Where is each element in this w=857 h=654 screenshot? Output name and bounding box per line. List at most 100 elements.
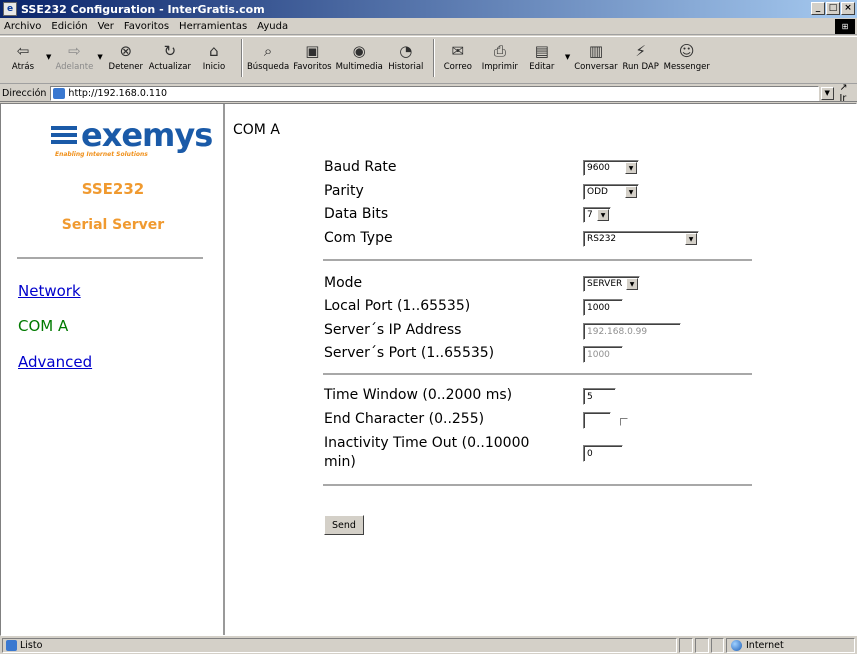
com-type-select[interactable]: RS232 ▼ xyxy=(583,231,699,247)
discuss-icon: ▥ xyxy=(588,42,604,60)
baud-rate-label: Baud Rate xyxy=(324,159,397,175)
back-button[interactable]: ⇦ Atrás xyxy=(4,39,42,72)
refresh-icon: ↻ xyxy=(163,42,177,60)
server-port-input[interactable]: 1000 xyxy=(583,346,623,363)
status-cell xyxy=(711,638,724,653)
window-title: SSE232 Configuration - InterGratis.com xyxy=(21,2,265,16)
menu-ver[interactable]: Ver xyxy=(98,21,114,32)
close-icon[interactable]: × xyxy=(841,2,855,15)
go-arrow-icon: ↗ xyxy=(839,82,848,93)
status-bar: Listo Internet xyxy=(0,637,857,654)
section-divider xyxy=(323,373,752,375)
chevron-down-icon: ▼ xyxy=(685,233,697,245)
favorites-button[interactable]: ▣ Favoritos xyxy=(293,39,331,72)
inactivity-label-line1: Inactivity Time Out (0..10000 xyxy=(324,435,530,451)
stop-icon: ⊗ xyxy=(119,42,133,60)
forward-dropdown-icon[interactable]: ▼ xyxy=(97,53,102,61)
address-input[interactable]: http://192.168.0.110 xyxy=(50,85,819,101)
page-title: COM A xyxy=(233,122,280,138)
menu-ayuda[interactable]: Ayuda xyxy=(257,21,288,32)
address-url: http://192.168.0.110 xyxy=(68,87,168,99)
menu-bar: Archivo Edición Ver Favoritos Herramient… xyxy=(0,18,857,35)
exemys-logo: exemys Enabling Internet Solutions xyxy=(51,116,213,160)
chevron-down-icon: ▼ xyxy=(625,162,637,174)
zone-text: Internet xyxy=(746,640,784,651)
server-ip-input[interactable]: 192.168.0.99 xyxy=(583,323,681,340)
local-port-label: Local Port (1..65535) xyxy=(324,298,471,314)
history-button[interactable]: ◔ Historial xyxy=(387,39,425,72)
edit-dropdown-icon[interactable]: ▼ xyxy=(565,53,570,61)
com-type-label: Com Type xyxy=(324,230,393,246)
discuss-button[interactable]: ▥ Conversar xyxy=(574,39,617,72)
menu-edicion[interactable]: Edición xyxy=(51,21,87,32)
home-button[interactable]: ⌂ Inicio xyxy=(195,39,233,72)
forward-arrow-icon: ⇨ xyxy=(68,42,81,60)
forward-button[interactable]: ⇨ Adelante xyxy=(55,39,93,72)
end-character-input[interactable] xyxy=(583,412,611,429)
home-icon: ⌂ xyxy=(209,42,219,60)
nav-network[interactable]: Network xyxy=(18,282,81,300)
nav-advanced[interactable]: Advanced xyxy=(18,353,92,371)
product-description: Serial Server xyxy=(61,217,165,233)
edit-icon: ▤ xyxy=(534,42,549,60)
toolbar: ⇦ Atrás ▼ ⇨ Adelante ▼ ⊗ Detener ↻ Actua… xyxy=(0,36,857,84)
nav-com-a[interactable]: COM A xyxy=(18,317,68,335)
ie-icon: e xyxy=(3,2,17,16)
chevron-down-icon: ▼ xyxy=(626,278,638,290)
media-icon: ◉ xyxy=(352,42,366,60)
messenger-button[interactable]: ☺ Messenger xyxy=(664,39,710,72)
time-window-input[interactable]: 5 xyxy=(583,388,616,405)
chevron-down-icon: ▼ xyxy=(625,186,637,198)
media-button[interactable]: ◉ Multimedia xyxy=(336,39,383,72)
config-form: COM A Baud Rate 9600 ▼ Parity ODD ▼ Data… xyxy=(231,104,856,635)
go-button[interactable]: ↗ Ir xyxy=(840,82,857,104)
search-icon: ⌕ xyxy=(263,42,273,60)
window-controls: _ □ × xyxy=(811,2,855,15)
status-main: Listo xyxy=(2,638,677,653)
server-ip-label: Server´s IP Address xyxy=(324,322,462,338)
parity-select[interactable]: ODD ▼ xyxy=(583,184,639,200)
rundap-icon: ⚡ xyxy=(635,42,646,60)
rundap-button[interactable]: ⚡ Run DAP xyxy=(622,39,660,72)
menu-favoritos[interactable]: Favoritos xyxy=(124,21,169,32)
sidebar-divider xyxy=(17,257,203,259)
logo-tagline: Enabling Internet Solutions xyxy=(55,151,148,158)
baud-rate-select[interactable]: 9600 ▼ xyxy=(583,160,639,176)
browser-window: e SSE232 Configuration - InterGratis.com… xyxy=(0,0,857,654)
data-bits-label: Data Bits xyxy=(324,206,389,222)
inactivity-timeout-input[interactable]: 0 xyxy=(583,445,623,462)
address-dropdown-icon[interactable]: ▼ xyxy=(820,86,834,100)
menu-archivo[interactable]: Archivo xyxy=(4,21,41,32)
search-button[interactable]: ⌕ Búsqueda xyxy=(247,39,289,72)
section-divider xyxy=(323,259,752,261)
inactivity-label-line2: min) xyxy=(324,454,356,470)
print-icon: ⎙ xyxy=(493,42,506,60)
sidebar: exemys Enabling Internet Solutions SSE23… xyxy=(1,104,225,635)
status-cell xyxy=(695,638,709,653)
favorites-icon: ▣ xyxy=(305,42,320,60)
local-port-input[interactable]: 1000 xyxy=(583,299,623,316)
minimize-icon[interactable]: _ xyxy=(811,2,825,15)
windows-logo-icon: ⊞ xyxy=(835,19,855,34)
back-arrow-icon: ⇦ xyxy=(16,42,30,60)
logo-text: exemys xyxy=(81,116,213,154)
stop-button[interactable]: ⊗ Detener xyxy=(107,39,145,72)
print-button[interactable]: ⎙ Imprimir xyxy=(481,39,519,72)
edit-button[interactable]: ▤ Editar xyxy=(523,39,561,72)
data-bits-select[interactable]: 7 ▼ xyxy=(583,207,611,223)
refresh-button[interactable]: ↻ Actualizar xyxy=(149,39,191,72)
mode-select[interactable]: SERVER ▼ xyxy=(583,276,640,292)
end-character-checkbox[interactable] xyxy=(620,418,628,426)
back-dropdown-icon[interactable]: ▼ xyxy=(46,53,51,61)
maximize-icon[interactable]: □ xyxy=(826,2,840,15)
menu-herramientas[interactable]: Herramientas xyxy=(179,21,247,32)
send-button[interactable]: Send xyxy=(324,515,364,535)
toolbar-separator xyxy=(240,39,243,77)
server-port-label: Server´s Port (1..65535) xyxy=(324,345,495,361)
end-character-label: End Character (0..255) xyxy=(324,411,485,427)
title-bar: e SSE232 Configuration - InterGratis.com… xyxy=(0,0,857,18)
page-icon xyxy=(53,87,66,99)
history-icon: ◔ xyxy=(399,42,413,60)
time-window-label: Time Window (0..2000 ms) xyxy=(324,387,513,403)
mail-button[interactable]: ✉ Correo xyxy=(439,39,477,72)
